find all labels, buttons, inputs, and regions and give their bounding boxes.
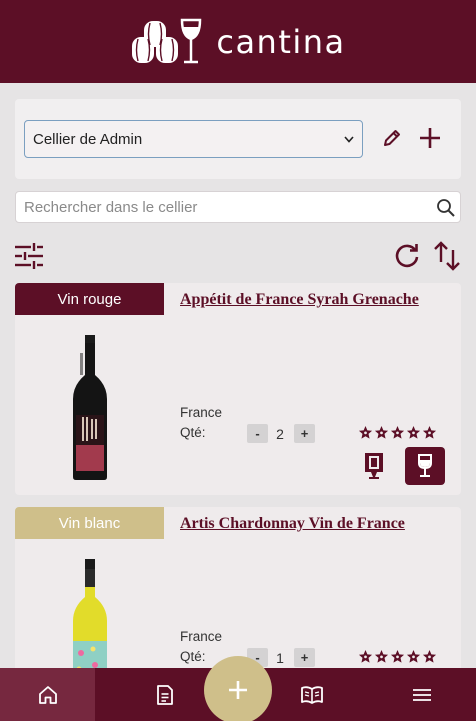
quantity-value: 1 bbox=[276, 650, 284, 666]
add-icon bbox=[229, 681, 247, 699]
decrease-quantity-button[interactable]: - bbox=[247, 424, 268, 443]
quantity-label: Qté: bbox=[180, 425, 206, 440]
star-icon[interactable] bbox=[374, 425, 389, 440]
search-button[interactable] bbox=[434, 196, 458, 220]
plus-icon bbox=[420, 128, 440, 148]
add-cellar-button[interactable] bbox=[416, 124, 444, 152]
star-icon[interactable] bbox=[390, 425, 405, 440]
search-input[interactable] bbox=[16, 192, 426, 222]
document-icon bbox=[156, 684, 173, 705]
barrels-glass-logo-icon bbox=[132, 18, 202, 63]
star-icon[interactable] bbox=[358, 425, 373, 440]
chevron-down-icon bbox=[344, 135, 354, 143]
wine-name-link[interactable]: Appétit de France Syrah Grenache bbox=[180, 291, 455, 309]
star-icon[interactable] bbox=[390, 649, 405, 664]
sort-button[interactable] bbox=[433, 239, 461, 273]
book-icon bbox=[300, 685, 323, 704]
wine-card: Vin rouge Appétit de France Syrah Grenac… bbox=[15, 283, 461, 495]
bottle-detail-button[interactable] bbox=[354, 447, 394, 485]
wine-country: France bbox=[180, 629, 223, 644]
nav-catalog[interactable] bbox=[264, 668, 359, 721]
app-name: cantina bbox=[216, 22, 346, 61]
home-icon bbox=[38, 685, 57, 704]
increase-quantity-button[interactable]: + bbox=[294, 424, 315, 443]
star-icon[interactable] bbox=[358, 649, 373, 664]
quantity-value: 2 bbox=[276, 426, 284, 442]
drink-wine-button[interactable] bbox=[405, 447, 445, 485]
wine-name-link[interactable]: Artis Chardonnay Vin de France bbox=[180, 515, 455, 533]
wine-type-badge: Vin blanc bbox=[15, 507, 164, 539]
rating-stars[interactable] bbox=[358, 649, 437, 664]
nav-list[interactable] bbox=[117, 668, 212, 721]
star-icon[interactable] bbox=[406, 425, 421, 440]
menu-icon bbox=[412, 688, 431, 701]
refresh-icon bbox=[395, 244, 419, 268]
add-wine-button[interactable] bbox=[204, 656, 272, 721]
quantity-label: Qté: bbox=[180, 649, 206, 664]
wine-country: France bbox=[180, 405, 223, 420]
cellar-selector-panel: Cellier de Admin bbox=[15, 99, 461, 179]
app-header: cantina bbox=[0, 0, 476, 83]
wine-bottle-image bbox=[73, 335, 107, 480]
sort-arrows-icon bbox=[434, 241, 460, 271]
nav-menu[interactable] bbox=[374, 668, 469, 721]
rating-stars[interactable] bbox=[358, 425, 437, 440]
brand[interactable]: cantina bbox=[130, 17, 345, 67]
star-icon[interactable] bbox=[374, 649, 389, 664]
star-icon[interactable] bbox=[422, 649, 437, 664]
filter-button[interactable] bbox=[14, 241, 44, 271]
search-icon bbox=[437, 199, 455, 217]
nav-home[interactable] bbox=[0, 668, 95, 721]
pencil-icon bbox=[384, 130, 400, 146]
sliders-icon bbox=[15, 243, 43, 269]
increase-quantity-button[interactable]: + bbox=[294, 648, 315, 667]
star-icon[interactable] bbox=[422, 425, 437, 440]
search-bar bbox=[15, 191, 461, 223]
wine-type-badge: Vin rouge bbox=[15, 283, 164, 315]
cellar-select-value: Cellier de Admin bbox=[33, 130, 143, 148]
star-icon[interactable] bbox=[406, 649, 421, 664]
bottle-label-icon bbox=[365, 453, 383, 479]
wine-glass-icon bbox=[418, 454, 432, 477]
cellar-select[interactable]: Cellier de Admin bbox=[24, 120, 363, 158]
refresh-button[interactable] bbox=[393, 241, 421, 271]
edit-cellar-button[interactable] bbox=[380, 126, 404, 150]
